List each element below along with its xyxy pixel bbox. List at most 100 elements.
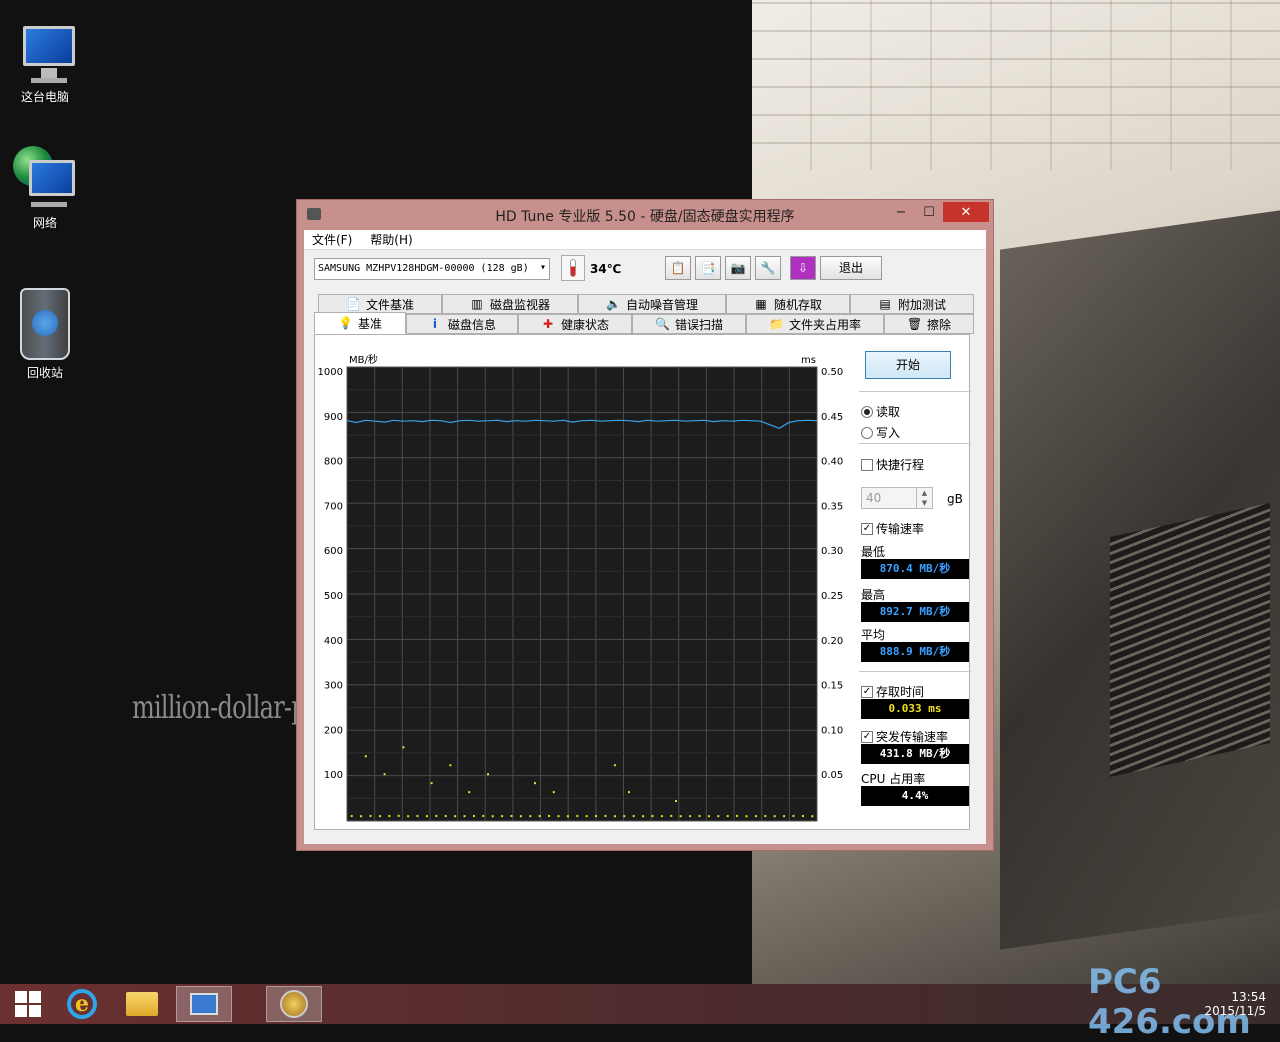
lightbulb-icon: 💡 [337,316,353,330]
taskbar-explorer[interactable] [114,986,170,1022]
access-time-point [736,814,739,817]
file-explorer-icon [126,992,158,1016]
quick-option[interactable]: 快捷行程 [861,456,924,473]
toolbar: SAMSUNG MZHPV128HDGM-00000 (128 gB) ▾ 34℃… [304,252,986,288]
read-option[interactable]: 读取 [861,403,900,420]
y-tick-left: 900 [324,412,343,423]
tab-disk-monitor[interactable]: ▥ 磁盘监视器 [442,294,578,314]
access-time-point [454,815,457,818]
stepper-arrows-icon[interactable]: ▲ ▼ [916,488,932,508]
tab-error-scan[interactable]: 🔍 错误扫描 [632,314,746,334]
access-time-point [632,815,635,818]
taskbar-hdtune[interactable] [266,986,322,1022]
y-axis-label-left: MB/秒 [349,353,378,366]
write-radio[interactable] [861,426,873,439]
burst-option[interactable]: ✓ 突发传输速率 [861,728,948,745]
access-time-point [566,815,569,818]
burst-checkbox[interactable]: ✓ [861,730,873,743]
close-button[interactable]: ✕ [943,202,989,222]
access-time-point [604,814,607,817]
y-tick-right: 0.35 [821,501,843,512]
desktop-icon-network[interactable]: 网络 [0,146,90,231]
min-value: 870.4 MB/秒 [861,559,969,579]
tab-label: 基准 [357,316,382,331]
read-radio[interactable] [861,405,873,418]
desktop-icon-this-pc[interactable]: 这台电脑 [0,20,90,105]
internet-explorer-icon: e [67,989,97,1019]
file-benchmark-icon: 📄 [345,297,361,311]
tab-benchmark[interactable]: 💡 基准 [314,312,406,334]
quick-checkbox[interactable] [861,458,873,471]
access-checkbox[interactable]: ✓ [861,685,873,698]
recycle-bin-icon [20,288,70,360]
access-time-point [360,815,363,818]
taskbar-ie[interactable]: e [54,986,110,1022]
access-time-point [675,800,677,803]
options-icon[interactable]: 🔧 [755,256,781,280]
access-time-point [552,791,555,794]
camera-icon[interactable]: 📷 [725,256,751,280]
access-time-point [538,815,541,818]
desktop-icon-recycle-bin[interactable]: 回收站 [0,288,90,381]
tab-erase[interactable]: 🗑 擦除 [884,314,974,334]
exit-button[interactable]: 退出 [820,256,882,280]
tab-folder-usage[interactable]: 📁 文件夹占用率 [746,314,884,334]
copy-info-icon[interactable]: 📋 [665,256,691,280]
chevron-down-icon: ▾ [539,262,546,273]
access-time-point [444,815,447,818]
y-tick-right: 0.45 [821,412,843,423]
tab-health[interactable]: ✚ 健康状态 [518,314,632,334]
tab-extra-tests[interactable]: ▤ 附加测试 [850,294,974,314]
drive-select[interactable]: SAMSUNG MZHPV128HDGM-00000 (128 gB) ▾ [314,258,550,280]
copy-all-icon[interactable]: 📑 [695,256,721,280]
transfer-label: 传输速率 [876,522,925,536]
access-time-point [717,815,720,818]
quick-stepper[interactable]: 40 ▲ ▼ [861,487,933,509]
title-bar[interactable]: HD Tune 专业版 5.50 - 硬盘/固态硬盘实用程序 − ☐ ✕ [297,200,993,230]
menu-file[interactable]: 文件(F) [312,231,352,248]
access-time-point [529,815,532,818]
access-time-point [726,815,729,818]
tab-file-benchmark[interactable]: 📄 文件基准 [318,294,442,314]
minimize-button[interactable]: − [887,202,915,222]
taskbar-clock[interactable]: 13:54 2015/11/5 [1204,990,1266,1018]
transfer-option[interactable]: ✓ 传输速率 [861,520,924,537]
access-time-point [689,815,692,818]
access-time-point [792,814,795,817]
access-time-point [754,815,757,818]
cpu-label: CPU 占用率 [861,772,926,786]
access-time-point [501,815,504,818]
start-button[interactable]: 开始 [865,351,951,379]
transfer-checkbox[interactable]: ✓ [861,522,873,535]
computer-icon [13,20,77,84]
access-time-point [425,815,428,818]
tab-label: 错误扫描 [674,317,723,332]
tab-aam[interactable]: 🔈 自动噪音管理 [578,294,726,314]
magnifier-icon: 🔍 [654,317,670,331]
menu-help[interactable]: 帮助(H) [370,231,412,248]
access-time-point [378,815,381,818]
access-time-point [576,815,579,818]
save-icon[interactable]: ⇩ [790,256,816,280]
tab-strip: 📄 文件基准 ▥ 磁盘监视器 🔈 自动噪音管理 ▦ 随机存取 ▤ 附加测试 💡 基准 i 磁盘… [314,294,978,334]
y-tick-right: 0.50 [821,367,843,378]
write-option[interactable]: 写入 [861,424,900,441]
y-tick-right: 0.40 [821,457,843,468]
max-label: 最高 [861,588,886,602]
y-tick-left: 100 [324,770,343,781]
access-time-point [595,815,598,818]
access-time-point [435,814,438,817]
tab-disk-info[interactable]: i 磁盘信息 [406,314,518,334]
maximize-button[interactable]: ☐ [915,202,943,222]
thermometer-icon [561,255,585,281]
access-time-point [364,755,367,758]
tab-label: 自动噪音管理 [625,297,698,312]
tab-random-access[interactable]: ▦ 随机存取 [726,294,850,314]
info-icon: i [432,317,438,331]
access-time-point [783,815,786,818]
taskbar-computer-app[interactable] [176,986,232,1022]
tab-row-top: 📄 文件基准 ▥ 磁盘监视器 🔈 自动噪音管理 ▦ 随机存取 ▤ 附加测试 [314,294,978,314]
access-option[interactable]: ✓ 存取时间 [861,683,924,700]
extra-tests-icon: ▤ [879,297,891,311]
start-button[interactable] [0,986,56,1022]
